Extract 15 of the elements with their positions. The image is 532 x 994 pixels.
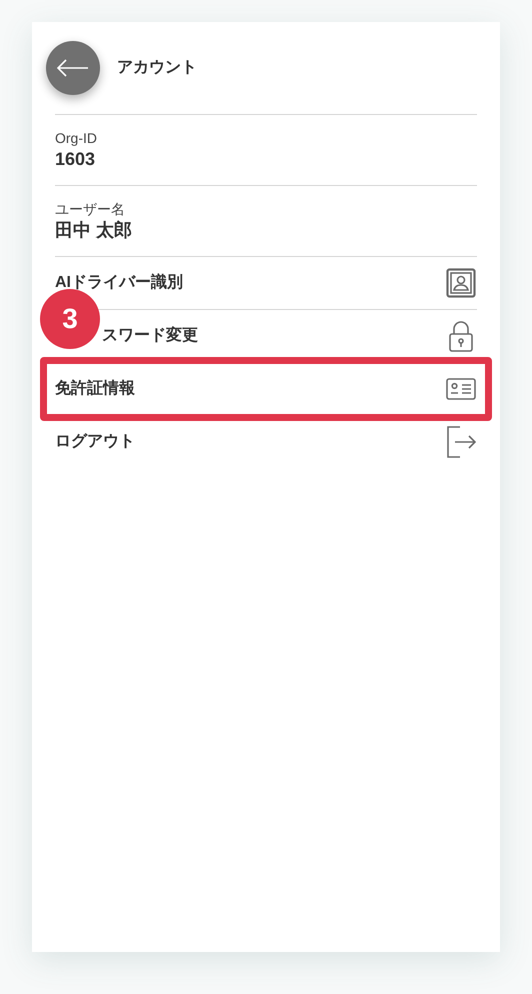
menu-item[interactable]: ログアウト bbox=[55, 430, 135, 454]
page-title: アカウント bbox=[117, 58, 197, 78]
menu-item[interactable]: スワード変更 bbox=[102, 324, 198, 348]
padlock-icon bbox=[448, 320, 474, 352]
back-button[interactable] bbox=[46, 41, 100, 95]
menu-item[interactable]: 免許証情報 bbox=[40, 357, 492, 421]
logout-icon bbox=[446, 426, 476, 458]
back-arrow-icon bbox=[57, 58, 89, 78]
field-value: 田中 太郎 bbox=[55, 219, 134, 242]
field-label: ユーザー名 bbox=[55, 200, 126, 218]
step-badge: 3 bbox=[40, 289, 100, 349]
field-value: 1603 bbox=[55, 148, 96, 171]
id-card-icon bbox=[446, 378, 476, 400]
portrait-icon bbox=[446, 268, 476, 298]
field-label: Org-ID bbox=[55, 129, 98, 147]
